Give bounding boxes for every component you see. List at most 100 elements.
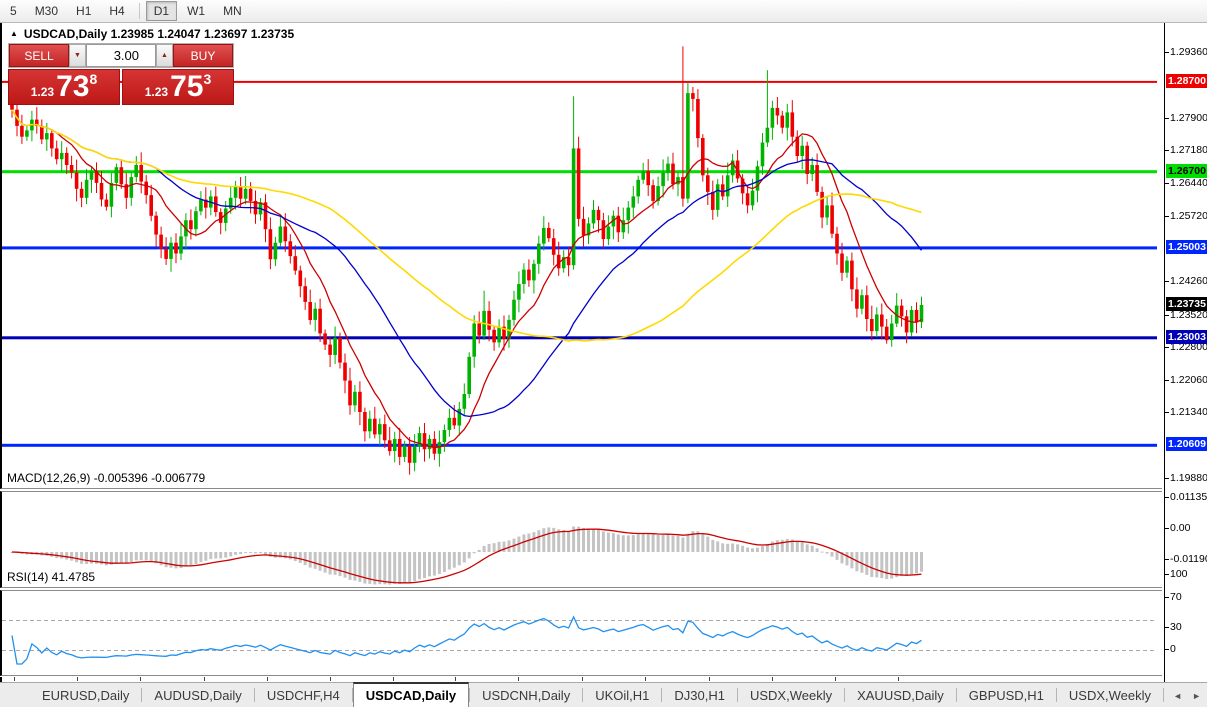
hline-1.23003 (2, 336, 1157, 339)
ma-65-line (12, 110, 922, 341)
timeframe-toolbar: 5M30H1H4 D1W1MN (0, 0, 1207, 23)
sell-button[interactable]: SELL (9, 44, 69, 67)
timeframe-button-W1[interactable]: W1 (179, 1, 213, 21)
price-axis-badge: 1.20609 (1166, 437, 1207, 451)
date-tick (582, 677, 583, 681)
date-tick (14, 677, 15, 681)
macd-label: MACD(12,26,9) -0.005396 -0.006779 (7, 471, 205, 485)
macd-signal-line (12, 529, 922, 583)
rsi-panel[interactable] (0, 590, 1162, 676)
macd-axis-label: 0.01135 (1170, 491, 1207, 503)
price-tick (1165, 478, 1169, 479)
price-axis-label: 1.21340 (1170, 406, 1207, 418)
macd-axis-tick (1165, 559, 1169, 560)
chart-title-text: USDCAD,Daily 1.23985 1.24047 1.23697 1.2… (24, 27, 294, 41)
rsi-axis-label: 70 (1170, 591, 1182, 603)
tab-gbpusd-h1[interactable]: GBPUSD,H1 (957, 683, 1056, 707)
trade-widget-price-row: 1.23 73 8 1.23 75 3 (8, 69, 234, 105)
price-axis-label: 1.19880 (1170, 472, 1207, 484)
sell-price-big: 73 (56, 72, 89, 102)
macd-axis-tick (1165, 528, 1169, 529)
tab-usdcnh-daily[interactable]: USDCNH,Daily (470, 683, 582, 707)
trading-terminal-window: 5M30H1H4 D1W1MN ▲ USDCAD,Daily 1.23985 1.… (0, 0, 1207, 707)
rsi-label: RSI(14) 41.4785 (7, 570, 95, 584)
rsi-axis-label: 0 (1170, 643, 1176, 655)
date-tick (835, 677, 836, 681)
sell-price-display[interactable]: 1.23 73 8 (8, 69, 120, 105)
tab-usdx-weekly[interactable]: USDX,Weekly (1057, 683, 1163, 707)
date-tick (772, 677, 773, 681)
macd-axis-tick (1165, 497, 1169, 498)
price-tick (1165, 315, 1169, 316)
price-tick (1165, 216, 1169, 217)
candles-series (10, 46, 923, 474)
tab-usdx-weekly[interactable]: USDX,Weekly (738, 683, 844, 707)
one-click-trade-widget: SELL ▼ 3.00 ▲ BUY 1.23 73 8 1.23 75 3 (8, 43, 234, 105)
price-axis-badge: 1.26700 (1166, 164, 1207, 178)
date-tick (898, 677, 899, 681)
price-axis[interactable]: 1.293601.279001.271801.264401.257201.242… (1164, 23, 1207, 682)
timeframe-button-M30[interactable]: M30 (27, 1, 66, 21)
ma-30-line (12, 110, 922, 417)
price-axis-label: 1.26440 (1170, 177, 1207, 189)
tab-xauusd-daily[interactable]: XAUUSD,Daily (845, 683, 956, 707)
tab-usdchf-h4[interactable]: USDCHF,H4 (255, 683, 352, 707)
price-axis-label: 1.27180 (1170, 144, 1207, 156)
rsi-axis-label: 100 (1170, 568, 1188, 580)
tab-audusd-daily[interactable]: AUDUSD,Daily (142, 683, 253, 707)
date-tick (77, 677, 78, 681)
price-axis-label: 1.22060 (1170, 374, 1207, 386)
chart-column: ▲ USDCAD,Daily 1.23985 1.24047 1.23697 1… (0, 23, 1164, 682)
tab-ukoil-h1[interactable]: UKOil,H1 (583, 683, 661, 707)
date-tick (645, 677, 646, 681)
price-tick (1165, 118, 1169, 119)
date-tick (709, 677, 710, 681)
tab-scroll-arrows: ◄ ► (1173, 683, 1201, 707)
volume-increase-button[interactable]: ▲ (156, 44, 173, 67)
price-tick (1165, 52, 1169, 53)
price-tick (1165, 281, 1169, 282)
price-axis-badge: 1.23735 (1166, 297, 1207, 311)
price-axis-badge: 1.23003 (1166, 330, 1207, 344)
buy-button[interactable]: BUY (173, 44, 233, 67)
date-tick (393, 677, 394, 681)
date-tick (330, 677, 331, 681)
tab-scroll-right-icon[interactable]: ► (1192, 691, 1201, 701)
date-tick (140, 677, 141, 681)
price-tick (1165, 380, 1169, 381)
tab-eurusd-daily[interactable]: EURUSD,Daily (30, 683, 141, 707)
buy-price-display[interactable]: 1.23 75 3 (122, 69, 234, 105)
sell-price-sup: 8 (89, 71, 97, 87)
price-axis-label: 1.25720 (1170, 210, 1207, 222)
buy-price-prefix: 1.23 (145, 85, 168, 99)
timeframe-button-D1[interactable]: D1 (146, 1, 177, 21)
collapse-triangle-icon[interactable]: ▲ (10, 29, 18, 38)
volume-decrease-button[interactable]: ▼ (69, 44, 86, 67)
rsi-line (12, 617, 922, 664)
macd-axis-label: -0.01190 (1170, 553, 1207, 565)
macd-axis-label: 0.00 (1170, 522, 1190, 534)
tab-usdcad-daily[interactable]: USDCAD,Daily (353, 682, 469, 707)
tab-scroll-left-icon[interactable]: ◄ (1173, 691, 1182, 701)
timeframe-button-H4[interactable]: H4 (101, 1, 132, 21)
hline-1.20609 (2, 444, 1157, 447)
date-tick (518, 677, 519, 681)
sell-price-prefix: 1.23 (31, 85, 54, 99)
ma-10-line (12, 110, 922, 448)
price-axis-label: 1.27900 (1170, 112, 1207, 124)
timeframe-button-5[interactable]: 5 (2, 1, 25, 21)
toolbar-separator (139, 3, 140, 19)
volume-input[interactable]: 3.00 (86, 44, 156, 67)
tab-dj30-h1[interactable]: DJ30,H1 (662, 683, 737, 707)
date-tick (267, 677, 268, 681)
rsi-axis-tick (1165, 597, 1169, 598)
macd-panel[interactable] (0, 491, 1162, 588)
tab-separator (1163, 688, 1164, 702)
timeframe-button-H1[interactable]: H1 (68, 1, 99, 21)
price-tick (1165, 347, 1169, 348)
price-tick (1165, 183, 1169, 184)
macd-histogram (11, 527, 924, 585)
timeframe-button-MN[interactable]: MN (215, 1, 250, 21)
rsi-axis-tick (1165, 574, 1169, 575)
price-tick (1165, 412, 1169, 413)
